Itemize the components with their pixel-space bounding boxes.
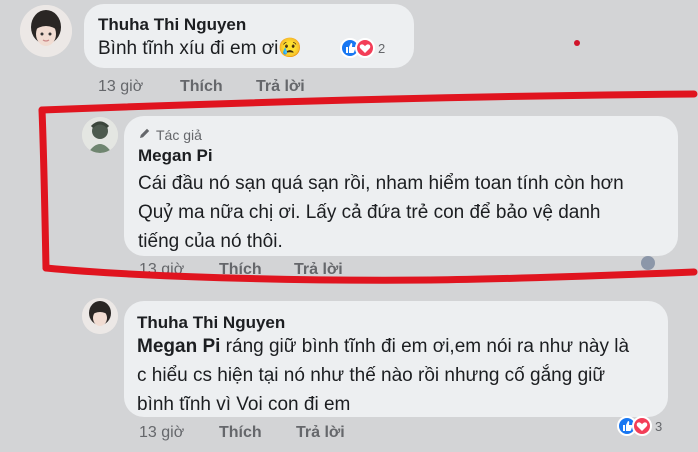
comment-time[interactable]: 13 giờ — [139, 424, 184, 442]
comment-time[interactable]: 13 giờ — [98, 78, 143, 96]
reply-link[interactable]: Trả lời — [256, 78, 305, 96]
like-link[interactable]: Thích — [180, 78, 223, 96]
like-link[interactable]: Thích — [219, 424, 262, 442]
comment-text-line: Megan Pi ráng giữ bình tĩnh đi em ơi,em … — [137, 332, 629, 362]
comment-text: ráng giữ bình tĩnh đi em ơi,em nói ra nh… — [220, 336, 630, 357]
love-icon — [632, 416, 652, 436]
author-badge-label: Tác giả — [156, 127, 202, 143]
comment-actions: 13 giờ Thích Trả lời — [139, 261, 439, 281]
reaction-summary[interactable]: 2 — [340, 38, 385, 58]
scroll-dot — [641, 256, 655, 270]
reaction-count: 3 — [655, 418, 663, 434]
comment-actions: 13 giờ Thích Trả lời — [139, 424, 439, 444]
reaction-summary[interactable]: 3 — [617, 416, 662, 436]
comment-text-line: tiếng của nó thôi. — [138, 231, 283, 252]
comment-actions: 13 giờ Thích Trả lời — [98, 78, 398, 98]
author-badge: Tác giả — [138, 127, 202, 143]
mention-link[interactable]: Megan Pi — [137, 336, 220, 357]
love-icon — [355, 38, 375, 58]
comment-author[interactable]: Thuha Thi Nguyen — [137, 313, 285, 333]
comment-text-line: Cái đầu nó sạn quá sạn rồi, nham hiểm to… — [138, 173, 624, 194]
avatar[interactable] — [82, 117, 118, 153]
comment-text-line: c hiểu cs hiện tại nó như thế nào rồi nh… — [137, 365, 606, 386]
reaction-count: 2 — [378, 40, 386, 56]
comment-text-line: bình tĩnh vì Voi con đi em — [137, 394, 351, 415]
like-link[interactable]: Thích — [219, 261, 262, 279]
comment-text: Bình tĩnh xíu đi em ơi😢 — [98, 38, 303, 59]
pencil-icon — [138, 127, 151, 143]
avatar[interactable] — [20, 5, 72, 57]
reply-link[interactable]: Trả lời — [296, 424, 345, 442]
dot-mark — [574, 40, 580, 46]
comment-text-line: Quỷ ma nữa chị ơi. Lấy cả đứa trẻ con để… — [138, 202, 601, 223]
comment-author[interactable]: Thuha Thi Nguyen — [98, 15, 246, 35]
comment-time[interactable]: 13 giờ — [139, 261, 184, 279]
reply-link[interactable]: Trả lời — [294, 261, 343, 279]
comment-author[interactable]: Megan Pi — [138, 146, 213, 166]
avatar[interactable] — [82, 298, 118, 334]
